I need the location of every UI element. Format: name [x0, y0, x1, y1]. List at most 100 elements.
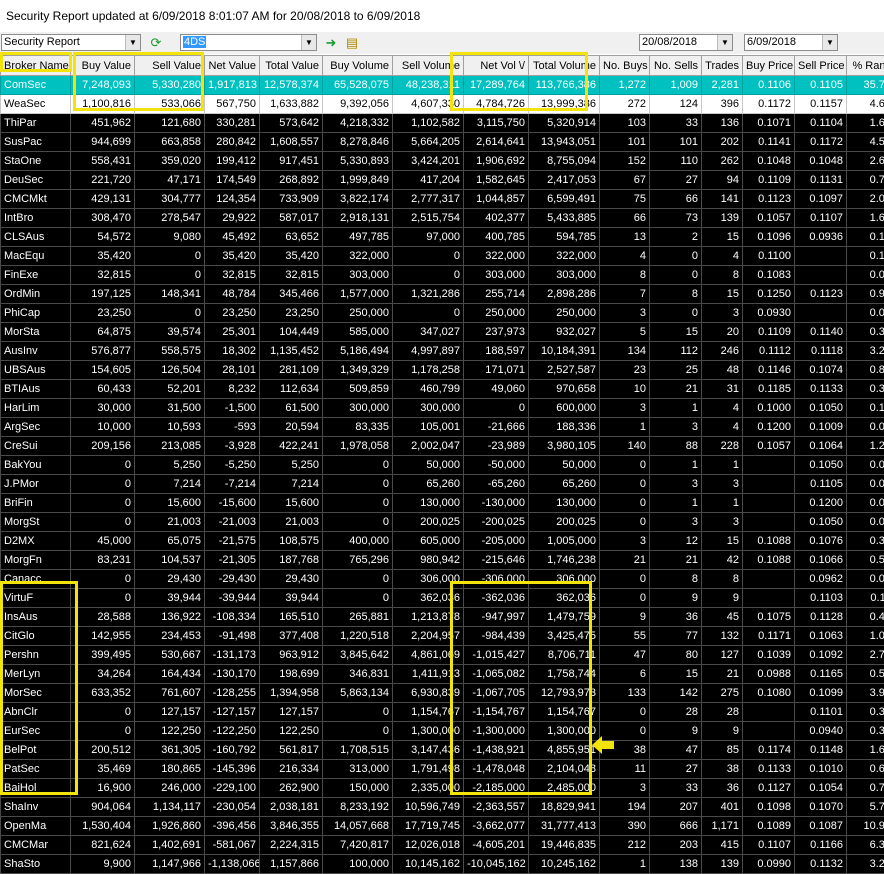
chevron-down-icon[interactable]: ▼ [125, 35, 140, 50]
date-from-picker[interactable]: 20/08/2018 ▼ [639, 34, 733, 51]
chevron-down-icon[interactable]: ▼ [717, 35, 732, 50]
table-cell: -21,575 [205, 532, 260, 551]
go-arrow-icon[interactable]: ➜ [322, 34, 340, 51]
table-row[interactable]: CitGlo142,955234,453-91,498377,4081,220,… [1, 627, 884, 646]
column-header[interactable]: Buy Value [71, 56, 135, 76]
table-row[interactable]: HarLim30,00031,500-1,50061,500300,000300… [1, 399, 884, 418]
table-cell: 42 [702, 551, 743, 570]
column-header[interactable]: Total Value [260, 56, 323, 76]
security-code-select[interactable]: 4DS ▼ [180, 34, 317, 51]
table-row[interactable]: StaOne558,431359,020199,412917,4515,330,… [1, 152, 884, 171]
table-row[interactable]: EurSec0122,250-122,250122,25001,300,000-… [1, 722, 884, 741]
table-row[interactable]: AbnClr0127,157-127,157127,15701,154,767-… [1, 703, 884, 722]
table-row[interactable]: J.PMor07,214-7,2147,214065,260-65,26065,… [1, 475, 884, 494]
table-row[interactable]: ArgSec10,00010,593-59320,59483,335105,00… [1, 418, 884, 437]
table-row[interactable]: OpenMa1,530,4041,926,860-396,4563,846,35… [1, 817, 884, 836]
table-cell: 304,777 [135, 190, 205, 209]
table-row[interactable]: BriFin015,600-15,60015,6000130,000-130,0… [1, 494, 884, 513]
table-row[interactable]: CLSAus54,5729,08045,49263,652497,78597,0… [1, 228, 884, 247]
table-cell: 9 [702, 589, 743, 608]
column-header[interactable]: Buy Price [743, 56, 795, 76]
column-header[interactable]: No. Buys [600, 56, 650, 76]
table-row[interactable]: MerLyn34,264164,434-130,170198,699346,83… [1, 665, 884, 684]
table-cell: 1,178,258 [393, 361, 464, 380]
broker-name-cell: HarLim [1, 399, 71, 418]
table-cell: 1,321,286 [393, 285, 464, 304]
broker-name-cell: VirtuF [1, 589, 71, 608]
broker-name-cell: ThiPar [1, 114, 71, 133]
table-row[interactable]: VirtuF039,944-39,94439,9440362,036-362,0… [1, 589, 884, 608]
table-row[interactable]: D2MX45,00065,075-21,575108,575400,000605… [1, 532, 884, 551]
table-row[interactable]: CMCMkt429,131304,777124,354733,9093,822,… [1, 190, 884, 209]
table-row[interactable]: BTIAus60,43352,2018,232112,634509,859460… [1, 380, 884, 399]
table-row[interactable]: BelPot200,512361,305-160,792561,8171,708… [1, 741, 884, 760]
table-cell: 359,020 [135, 152, 205, 171]
chevron-down-icon[interactable]: ▼ [301, 35, 316, 50]
report-type-select[interactable]: Security Report ▼ [1, 34, 141, 51]
date-to-picker[interactable]: 6/09/2018 ▼ [744, 34, 838, 51]
column-header[interactable]: Buy Volume [323, 56, 393, 76]
table-cell: 6.32 [847, 836, 884, 855]
table-cell: 0.1009 [795, 418, 847, 437]
column-header[interactable]: % Rank [847, 56, 884, 76]
table-row[interactable]: PatSec35,469180,865-145,396216,334313,00… [1, 760, 884, 779]
column-header[interactable]: Total Volume [529, 56, 600, 76]
export-icon[interactable]: ▤ [343, 34, 361, 51]
table-cell: 8,233,192 [323, 798, 393, 817]
table-row[interactable]: MorgSt021,003-21,00321,0030200,025-200,0… [1, 513, 884, 532]
table-cell: 0.1104 [795, 114, 847, 133]
table-cell: 8 [600, 266, 650, 285]
table-row[interactable]: OrdMin197,125148,34148,784345,4661,577,0… [1, 285, 884, 304]
table-row[interactable]: MorgFn83,231104,537-21,305187,768765,296… [1, 551, 884, 570]
table-cell: 4,855,951 [529, 741, 600, 760]
table-row[interactable]: ShaInv904,0641,134,117-230,0542,038,1818… [1, 798, 884, 817]
table-row[interactable]: ThiPar451,962121,680330,281573,6424,218,… [1, 114, 884, 133]
broker-name-cell: EurSec [1, 722, 71, 741]
table-row[interactable]: CMCMar821,6241,402,691-581,0672,224,3157… [1, 836, 884, 855]
table-row[interactable]: UBSAus154,605126,50428,101281,1091,349,3… [1, 361, 884, 380]
chevron-down-icon[interactable]: ▼ [822, 35, 837, 50]
table-row[interactable]: BakYou05,250-5,2505,250050,000-50,00050,… [1, 456, 884, 475]
table-row[interactable]: Pershn399,495530,667-131,173963,9123,845… [1, 646, 884, 665]
column-header[interactable]: Sell Volume [393, 56, 464, 76]
table-cell: -984,439 [464, 627, 529, 646]
table-row[interactable]: DeuSec221,72047,171174,549268,8921,999,8… [1, 171, 884, 190]
column-header[interactable]: Trades [702, 56, 743, 76]
table-row[interactable]: BaiHol16,900246,000-229,100262,900150,00… [1, 779, 884, 798]
table-row[interactable]: MorSta64,87539,57425,301104,449585,00034… [1, 323, 884, 342]
table-row[interactable]: AusInv576,877558,57518,3021,135,4525,186… [1, 342, 884, 361]
table-row[interactable]: ComSec7,248,0935,330,2801,917,81312,578,… [1, 76, 884, 95]
table-cell: -2,363,557 [464, 798, 529, 817]
table-row[interactable]: Canacc029,430-29,43029,4300306,000-306,0… [1, 570, 884, 589]
table-cell: 39,944 [260, 589, 323, 608]
table-cell: 35.74 [847, 76, 884, 95]
table-row[interactable]: MacEqu35,420035,42035,420322,0000322,000… [1, 247, 884, 266]
table-row[interactable]: SusPac944,699663,858280,8421,608,5578,27… [1, 133, 884, 152]
table-row[interactable]: IntBro308,470278,54729,922587,0172,918,1… [1, 209, 884, 228]
table-row[interactable]: ShaSto9,9001,147,966-1,138,0661,157,8661… [1, 855, 884, 874]
table-cell: 60,433 [71, 380, 135, 399]
table-row[interactable]: FinExe32,815032,81532,815303,0000303,000… [1, 266, 884, 285]
table-cell: 0.1127 [743, 779, 795, 798]
broker-name-cell: AusInv [1, 342, 71, 361]
table-cell: 1,926,860 [135, 817, 205, 836]
table-row[interactable]: WeaSec1,100,816533,066567,7501,633,8829,… [1, 95, 884, 114]
table-row[interactable]: PhiCap23,250023,25023,250250,0000250,000… [1, 304, 884, 323]
refresh-icon[interactable]: ⟳ [147, 34, 165, 51]
column-header[interactable]: Sell Value [135, 56, 205, 76]
table-row[interactable]: MorSec633,352761,607-128,2551,394,9585,8… [1, 684, 884, 703]
date-to-value: 6/09/2018 [747, 36, 796, 48]
table-cell: 5,250 [135, 456, 205, 475]
column-header[interactable]: Net Value [205, 56, 260, 76]
table-cell: 47,171 [135, 171, 205, 190]
table-cell: -1,154,767 [464, 703, 529, 722]
column-header[interactable]: Broker Name [1, 56, 71, 76]
column-header[interactable]: Sell Price [795, 56, 847, 76]
table-row[interactable]: CreSui209,156213,085-3,928422,2411,978,0… [1, 437, 884, 456]
table-cell: 1,171 [702, 817, 743, 836]
table-cell: 0.35 [847, 722, 884, 741]
table-cell: 0.1071 [743, 114, 795, 133]
column-header[interactable]: Net Vol \/ [464, 56, 529, 76]
column-header[interactable]: No. Sells [650, 56, 702, 76]
table-row[interactable]: InsAus28,588136,922-108,334165,510265,88… [1, 608, 884, 627]
